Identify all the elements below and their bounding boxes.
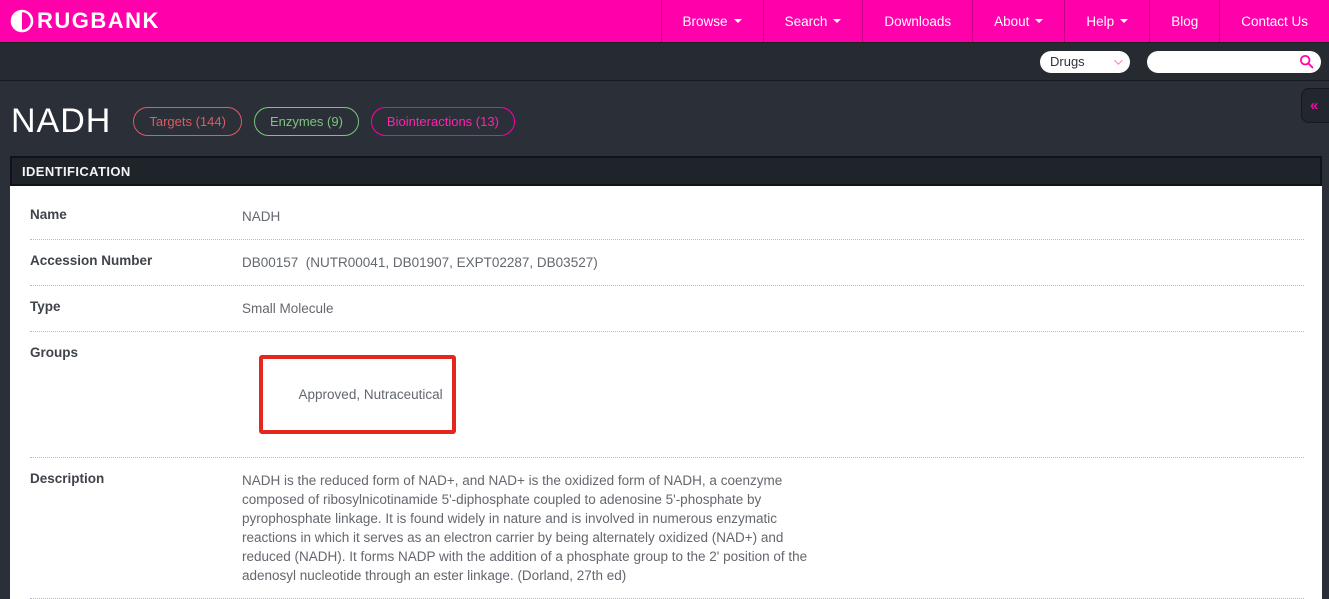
section-header-identification[interactable]: IDENTIFICATION [10, 156, 1322, 186]
nav-downloads[interactable]: Downloads [862, 0, 972, 42]
nav-browse[interactable]: Browse [661, 0, 763, 42]
nav-about-label: About [994, 14, 1029, 29]
search-box [1147, 51, 1321, 73]
nav-about[interactable]: About [972, 0, 1064, 42]
search-category-select[interactable]: Drugs [1040, 51, 1130, 73]
field-label: Description [30, 471, 242, 585]
chevron-down-icon [1114, 56, 1122, 64]
identification-panel: Name NADH Accession Number DB00157 (NUTR… [10, 186, 1322, 599]
nav-downloads-label: Downloads [884, 14, 951, 29]
field-row-description: Description NADH is the reduced form of … [30, 458, 1304, 599]
field-value: NADH is the reduced form of NAD+, and NA… [242, 471, 820, 585]
caret-down-icon [1035, 19, 1043, 23]
nav-search[interactable]: Search [763, 0, 863, 42]
drug-title-bar: NADH Targets (144) Enzymes (9) Biointera… [0, 81, 1329, 156]
field-label: Accession Number [30, 253, 242, 272]
caret-down-icon [734, 19, 742, 23]
field-value: Approved, Nutraceutical [242, 345, 456, 444]
main-menu: Browse Search Downloads About Help Blog … [661, 0, 1329, 42]
search-toolbar: Drugs [0, 43, 1329, 81]
drugbank-logo[interactable]: RUGBANK [0, 0, 160, 42]
groups-value: Approved, Nutraceutical [299, 387, 443, 402]
nav-blog-label: Blog [1171, 14, 1198, 29]
search-input[interactable] [1159, 54, 1299, 69]
field-value: DB00157 (NUTR00041, DB01907, EXPT02287, … [242, 253, 598, 272]
caret-down-icon [833, 19, 841, 23]
field-row-accession-number: Accession Number DB00157 (NUTR00041, DB0… [30, 240, 1304, 286]
nav-blog[interactable]: Blog [1149, 0, 1219, 42]
nav-help-label: Help [1086, 14, 1114, 29]
nav-help[interactable]: Help [1064, 0, 1149, 42]
search-icon[interactable] [1299, 54, 1314, 69]
top-navbar: RUGBANK Browse Search Downloads About He… [0, 0, 1329, 43]
badge-enzymes[interactable]: Enzymes (9) [254, 107, 359, 136]
field-label: Type [30, 299, 242, 318]
search-category-value: Drugs [1050, 54, 1085, 69]
field-row-name: Name NADH [30, 194, 1304, 240]
field-value: NADH [242, 207, 280, 226]
nav-search-label: Search [785, 14, 828, 29]
drugbank-logo-text: RUGBANK [37, 8, 160, 34]
field-label: Name [30, 207, 242, 226]
nav-contact-us-label: Contact Us [1241, 14, 1308, 29]
field-value: Small Molecule [242, 299, 334, 318]
badge-targets[interactable]: Targets (144) [133, 107, 242, 136]
page-title: NADH [11, 102, 111, 141]
nav-contact-us[interactable]: Contact Us [1219, 0, 1329, 42]
field-row-type: Type Small Molecule [30, 286, 1304, 332]
field-row-groups: Groups Approved, Nutraceutical [30, 332, 1304, 458]
field-label: Groups [30, 345, 242, 444]
drugbank-logo-icon [10, 9, 34, 33]
badge-biointeractions[interactable]: Biointeractions (13) [371, 107, 515, 136]
section-title: IDENTIFICATION [22, 164, 131, 179]
collapse-panel-button[interactable]: « [1301, 88, 1329, 123]
caret-down-icon [1120, 19, 1128, 23]
red-annotation-box: Approved, Nutraceutical [259, 355, 456, 434]
badge-group: Targets (144) Enzymes (9) Biointeraction… [133, 107, 515, 136]
nav-browse-label: Browse [683, 14, 728, 29]
